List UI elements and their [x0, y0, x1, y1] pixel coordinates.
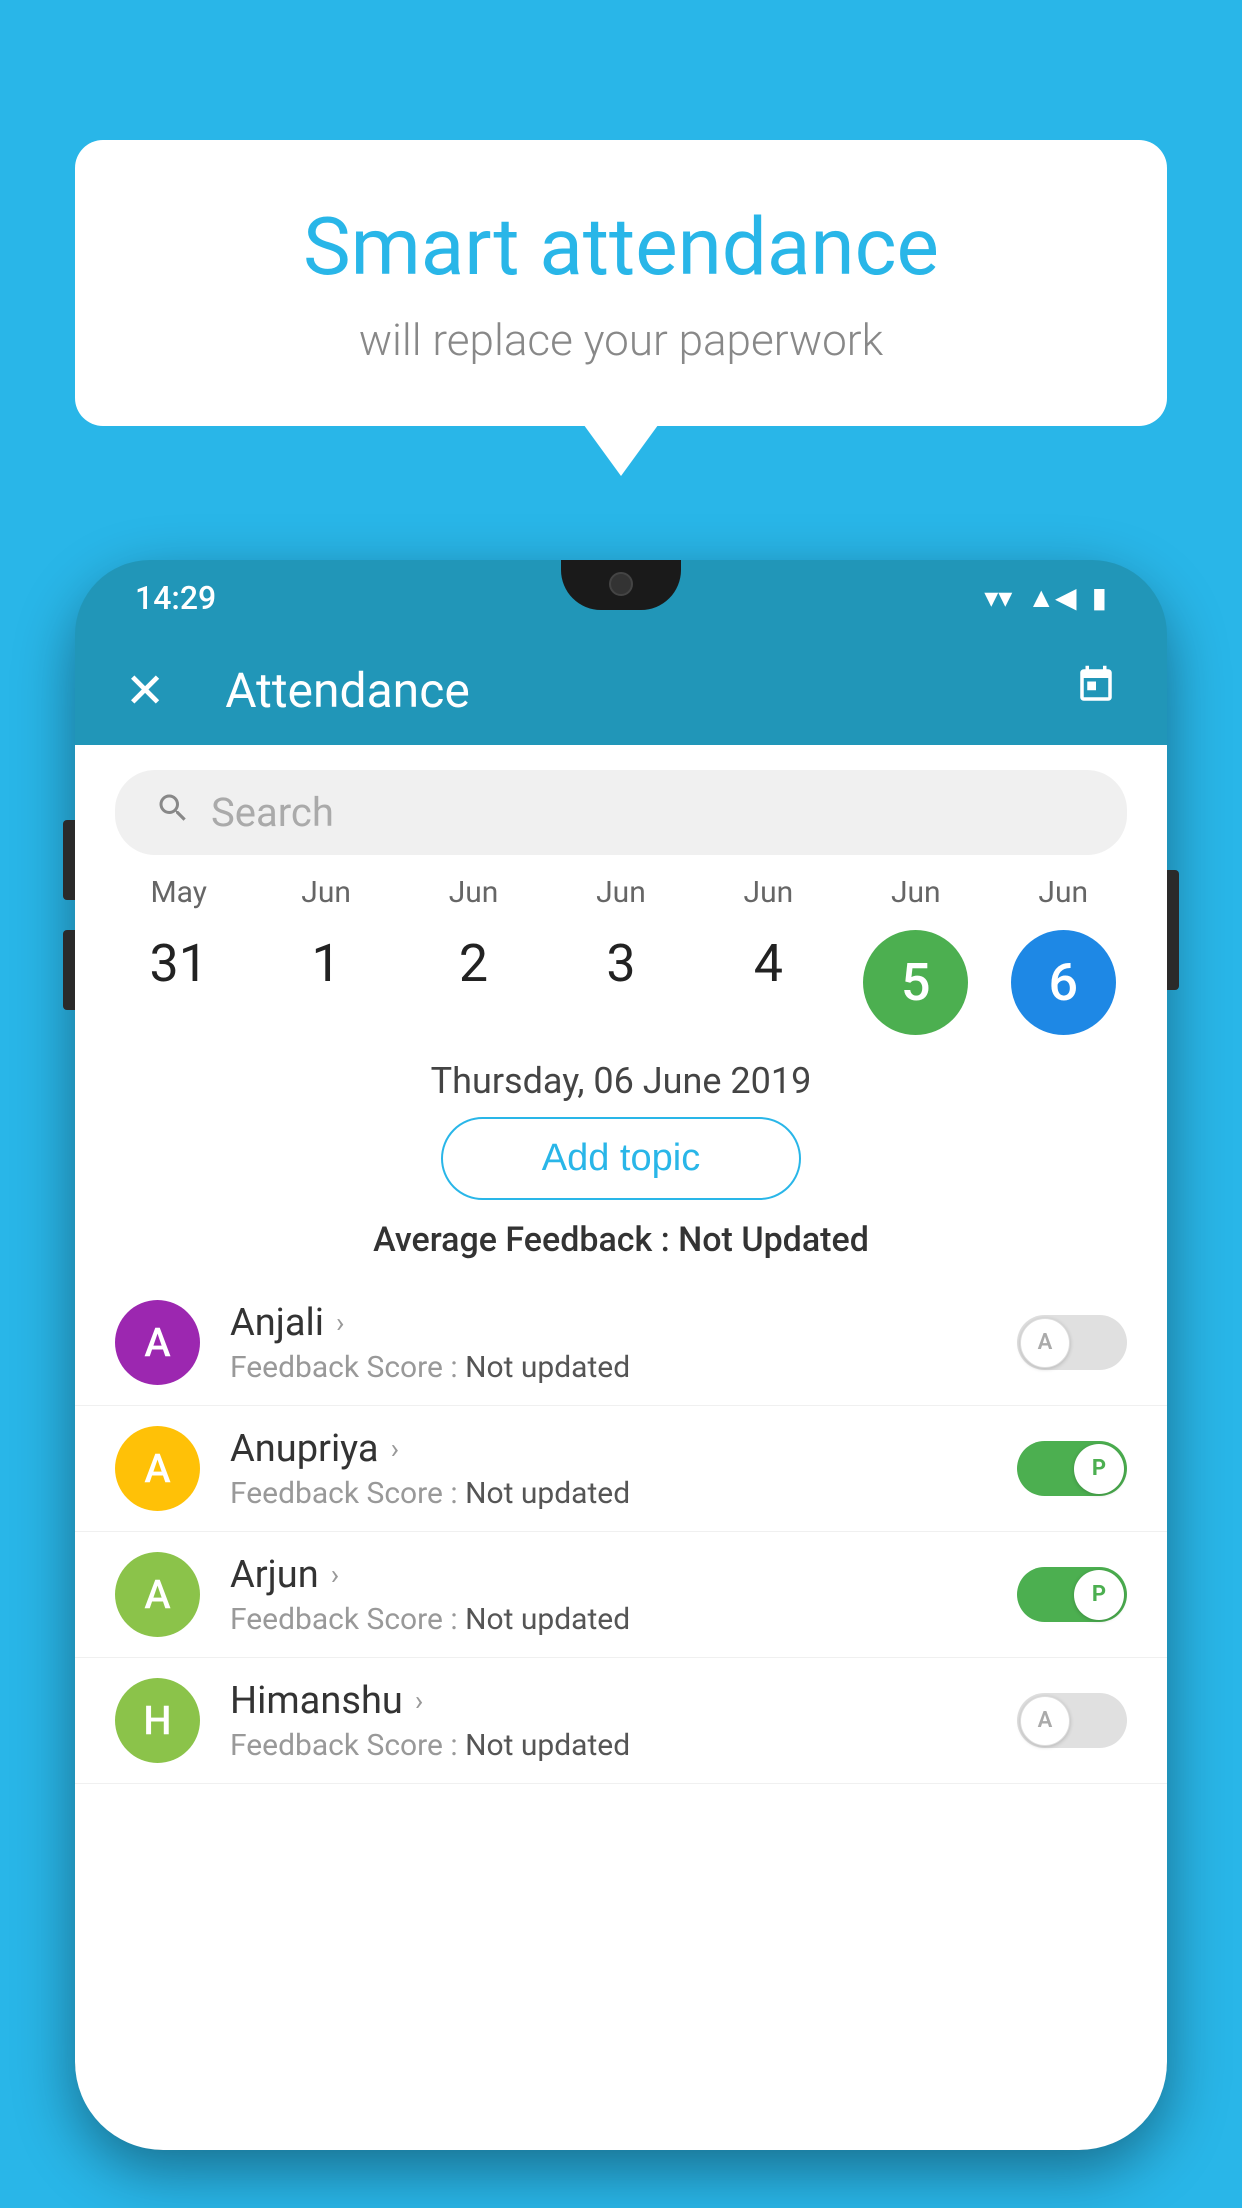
chevron-icon: › [415, 1684, 423, 1717]
date-3[interactable]: 3 [556, 930, 686, 1035]
toggle-himanshu[interactable]: A [1017, 1693, 1127, 1748]
student-item-himanshu[interactable]: H Himanshu › Feedback Score : Not update… [75, 1658, 1167, 1784]
phone-notch [561, 560, 681, 610]
phone-camera [609, 572, 633, 596]
toggle-knob-anjali: A [1020, 1318, 1070, 1368]
toggle-anupriya[interactable]: P [1017, 1441, 1127, 1496]
speech-bubble: Smart attendance will replace your paper… [75, 140, 1167, 426]
date-1[interactable]: 1 [261, 930, 391, 1035]
avg-feedback-value: Not Updated [678, 1220, 869, 1260]
month-jun5: Jun [851, 875, 981, 910]
month-may: May [114, 875, 244, 910]
student-item-anupriya[interactable]: A Anupriya › Feedback Score : Not update… [75, 1406, 1167, 1532]
search-bar[interactable]: Search [115, 770, 1127, 855]
student-item-arjun[interactable]: A Arjun › Feedback Score : Not updated P [75, 1532, 1167, 1658]
toggle-knob-anupriya: P [1074, 1444, 1124, 1494]
close-button[interactable]: ✕ [125, 662, 165, 719]
student-info-himanshu: Himanshu › Feedback Score : Not updated [230, 1679, 1017, 1763]
speech-bubble-container: Smart attendance will replace your paper… [75, 140, 1167, 426]
calendar-icon[interactable] [1075, 664, 1117, 717]
month-jun3: Jun [556, 875, 686, 910]
calendar-dates: 31 1 2 3 4 5 6 [75, 915, 1167, 1040]
phone-container: 14:29 ▾▾ ▲◀ ▮ ✕ Attendance [75, 560, 1167, 2188]
month-jun1: Jun [261, 875, 391, 910]
avg-feedback: Average Feedback : Not Updated [75, 1220, 1167, 1260]
volume-up-button [63, 820, 75, 900]
selected-date-label: Thursday, 06 June 2019 [75, 1060, 1167, 1102]
app-content: Search May Jun Jun Jun Jun Jun Jun 31 1 [75, 745, 1167, 2150]
month-jun6: Jun [998, 875, 1128, 910]
student-name-anupriya: Anupriya › [230, 1427, 1017, 1471]
student-info-anupriya: Anupriya › Feedback Score : Not updated [230, 1427, 1017, 1511]
status-bar: 14:29 ▾▾ ▲◀ ▮ [75, 560, 1167, 635]
speech-bubble-subtitle: will replace your paperwork [155, 314, 1087, 366]
date-5-selected[interactable]: 5 [851, 930, 981, 1035]
month-jun2: Jun [409, 875, 539, 910]
student-list: A Anjali › Feedback Score : Not updated … [75, 1280, 1167, 1784]
app-title: Attendance [225, 662, 1075, 719]
wifi-icon: ▾▾ [984, 581, 1012, 614]
toggle-anjali[interactable]: A [1017, 1315, 1127, 1370]
student-feedback-anjali: Feedback Score : Not updated [230, 1350, 1017, 1385]
student-name-himanshu: Himanshu › [230, 1679, 1017, 1723]
search-placeholder: Search [211, 789, 334, 836]
student-info-arjun: Arjun › Feedback Score : Not updated [230, 1553, 1017, 1637]
power-button [1167, 870, 1179, 990]
status-time: 14:29 [135, 579, 216, 617]
student-feedback-arjun: Feedback Score : Not updated [230, 1602, 1017, 1637]
student-info-anjali: Anjali › Feedback Score : Not updated [230, 1301, 1017, 1385]
date-31[interactable]: 31 [114, 930, 244, 1035]
student-feedback-himanshu: Feedback Score : Not updated [230, 1728, 1017, 1763]
student-name-anjali: Anjali › [230, 1301, 1017, 1345]
avatar-anjali: A [115, 1300, 200, 1385]
toggle-arjun[interactable]: P [1017, 1567, 1127, 1622]
month-jun4: Jun [703, 875, 833, 910]
chevron-icon: › [331, 1558, 339, 1591]
toggle-knob-himanshu: A [1020, 1696, 1070, 1746]
volume-down-button [63, 930, 75, 1010]
speech-bubble-title: Smart attendance [155, 200, 1087, 294]
date-2[interactable]: 2 [409, 930, 539, 1035]
date-6-selected[interactable]: 6 [998, 930, 1128, 1035]
search-icon [155, 790, 191, 835]
avatar-himanshu: H [115, 1678, 200, 1763]
student-name-arjun: Arjun › [230, 1553, 1017, 1597]
add-topic-button[interactable]: Add topic [441, 1117, 801, 1200]
chevron-icon: › [391, 1432, 399, 1465]
chevron-icon: › [336, 1306, 344, 1339]
status-icons: ▾▾ ▲◀ ▮ [984, 581, 1107, 614]
signal-icon: ▲◀ [1027, 581, 1076, 614]
student-item-anjali[interactable]: A Anjali › Feedback Score : Not updated … [75, 1280, 1167, 1406]
app-header: ✕ Attendance [75, 635, 1167, 745]
date-4[interactable]: 4 [703, 930, 833, 1035]
calendar-months: May Jun Jun Jun Jun Jun Jun [75, 875, 1167, 915]
avg-feedback-label: Average Feedback : [373, 1220, 678, 1260]
avatar-arjun: A [115, 1552, 200, 1637]
student-feedback-anupriya: Feedback Score : Not updated [230, 1476, 1017, 1511]
toggle-knob-arjun: P [1074, 1570, 1124, 1620]
battery-icon: ▮ [1092, 581, 1107, 614]
phone-frame: 14:29 ▾▾ ▲◀ ▮ ✕ Attendance [75, 560, 1167, 2150]
avatar-anupriya: A [115, 1426, 200, 1511]
